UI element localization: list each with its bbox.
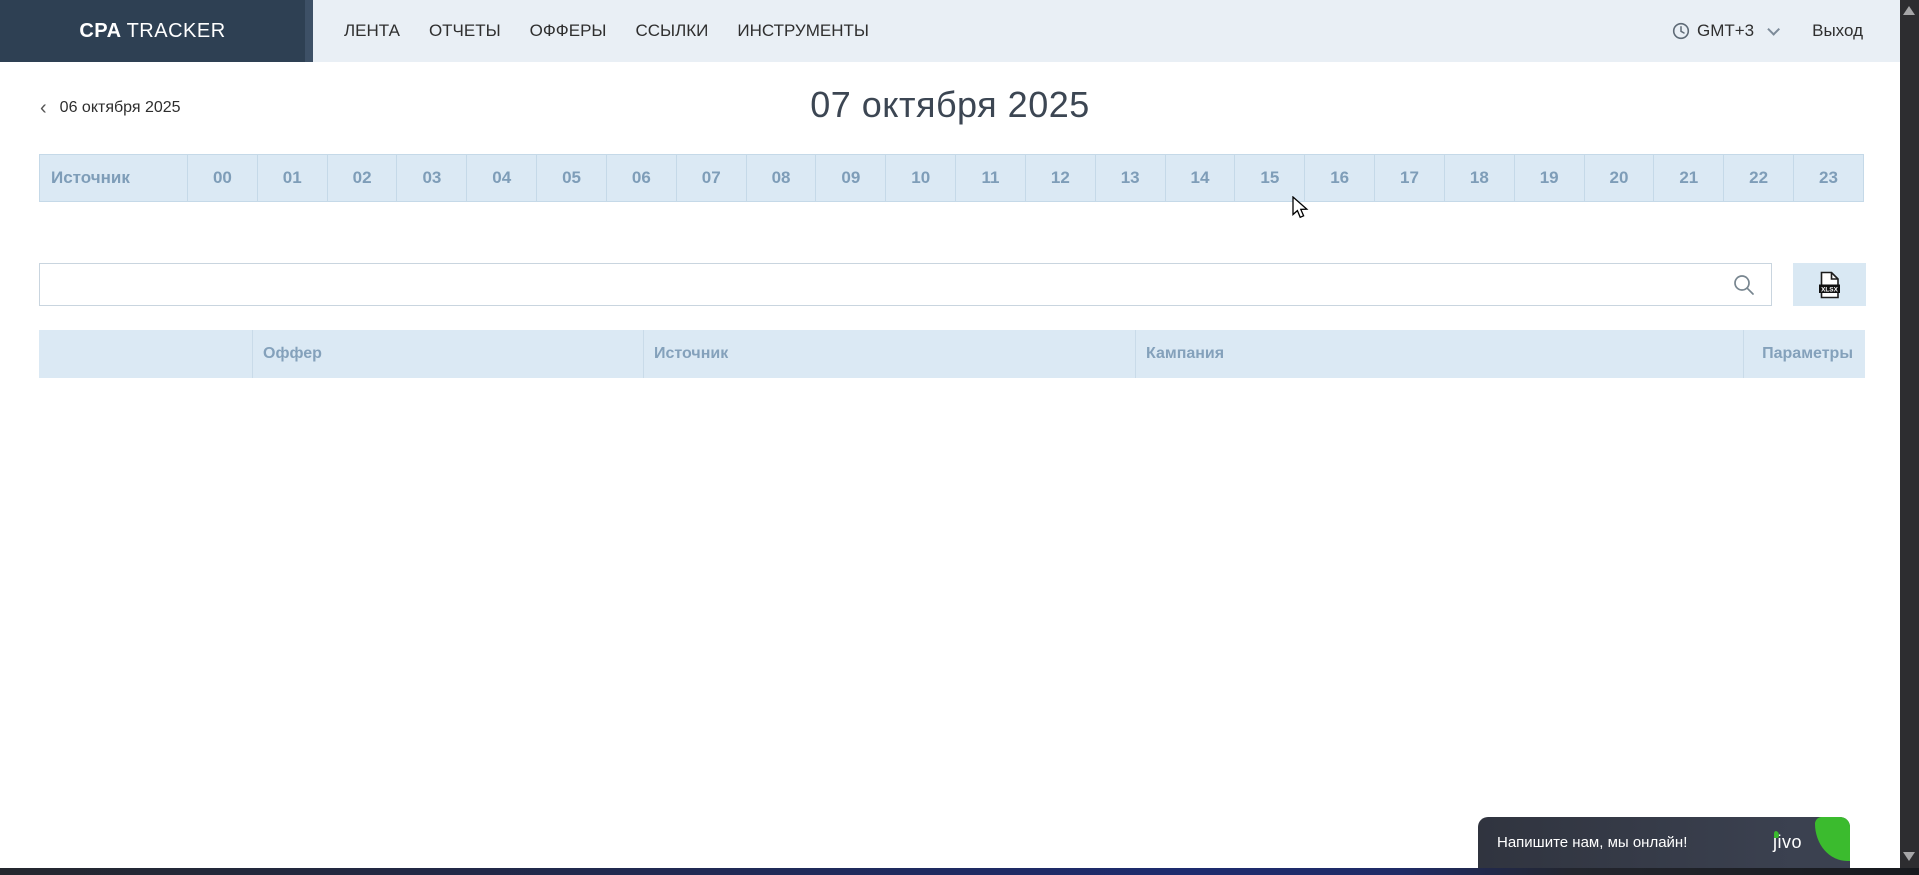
hour-header-12[interactable]: 12: [1025, 155, 1095, 201]
hour-header-14[interactable]: 14: [1165, 155, 1235, 201]
hour-header-05[interactable]: 05: [536, 155, 606, 201]
search-bar: [39, 263, 1772, 306]
hour-header-03[interactable]: 03: [396, 155, 466, 201]
xlsx-file-icon: XLSX: [1818, 271, 1841, 299]
hour-header-02[interactable]: 02: [327, 155, 397, 201]
hour-header-18[interactable]: 18: [1444, 155, 1514, 201]
nav-item-1[interactable]: ОТЧЕТЫ: [429, 21, 501, 41]
jivo-leaf-dot-icon: [1774, 831, 1779, 838]
results-column-header-параметры[interactable]: Параметры: [1743, 330, 1865, 378]
hour-header-04[interactable]: 04: [466, 155, 536, 201]
clock-icon: [1672, 22, 1690, 40]
scroll-down-arrow-icon[interactable]: [1903, 852, 1915, 861]
results-column-header-источник[interactable]: Источник: [643, 330, 1135, 378]
svg-text:XLSX: XLSX: [1821, 286, 1838, 293]
logout-button[interactable]: Выход: [1812, 21, 1863, 41]
logo-bold-part: CPA: [79, 20, 121, 42]
search-icon[interactable]: [1732, 273, 1756, 297]
hour-header-00[interactable]: 00: [187, 155, 257, 201]
app-logo-text: CPA TRACKER: [79, 20, 225, 43]
hour-header-19[interactable]: 19: [1514, 155, 1584, 201]
hour-header-11[interactable]: 11: [955, 155, 1025, 201]
results-column-header-empty: [39, 330, 252, 378]
window-bottom-edge: [0, 868, 1919, 875]
app-logo[interactable]: CPA TRACKER: [0, 0, 313, 62]
logo-light-part: TRACKER: [127, 20, 226, 42]
scroll-up-arrow-icon[interactable]: [1903, 6, 1915, 15]
topbar-right: GMT+3 Выход: [1672, 0, 1900, 62]
search-input[interactable]: [39, 263, 1772, 306]
hour-header-16[interactable]: 16: [1304, 155, 1374, 201]
hour-header-01[interactable]: 01: [257, 155, 327, 201]
jivo-logo: jivo: [1773, 817, 1802, 868]
hour-header-10[interactable]: 10: [885, 155, 955, 201]
page-title: 07 октября 2025: [0, 84, 1900, 126]
chat-message: Напишите нам, мы онлайн!: [1497, 817, 1687, 868]
nav-item-0[interactable]: ЛЕНТА: [344, 21, 400, 41]
hour-header-22[interactable]: 22: [1723, 155, 1793, 201]
hour-header-09[interactable]: 09: [815, 155, 885, 201]
nav-item-3[interactable]: ССЫЛКИ: [635, 21, 708, 41]
chat-widget[interactable]: Напишите нам, мы онлайн! jivo: [1478, 817, 1850, 875]
timezone-selector[interactable]: GMT+3: [1672, 21, 1776, 41]
timezone-label: GMT+3: [1697, 21, 1754, 41]
results-table-header: ОфферИсточникКампанияПараметры: [39, 330, 1865, 378]
hour-header-20[interactable]: 20: [1584, 155, 1654, 201]
main-nav: ЛЕНТА ОТЧЕТЫ ОФФЕРЫ ССЫЛКИ ИНСТРУМЕНТЫ: [313, 0, 1672, 62]
hour-header-23[interactable]: 23: [1793, 155, 1863, 201]
top-bar: CPA TRACKER ЛЕНТА ОТЧЕТЫ ОФФЕРЫ ССЫЛКИ ИНСТРУ…: [0, 0, 1900, 62]
hour-header-21[interactable]: 21: [1653, 155, 1723, 201]
results-column-header-кампания[interactable]: Кампания: [1135, 330, 1743, 378]
hour-header-17[interactable]: 17: [1374, 155, 1444, 201]
nav-item-4[interactable]: ИНСТРУМЕНТЫ: [737, 21, 869, 41]
hour-header-13[interactable]: 13: [1095, 155, 1165, 201]
hour-header-15[interactable]: 15: [1234, 155, 1304, 201]
hour-header-06[interactable]: 06: [606, 155, 676, 201]
nav-item-2[interactable]: ОФФЕРЫ: [530, 21, 607, 41]
chevron-down-icon: [1767, 23, 1780, 36]
export-xlsx-button[interactable]: XLSX: [1793, 263, 1866, 306]
hour-header-08[interactable]: 08: [746, 155, 816, 201]
jivo-green-leaf-icon: [1815, 817, 1850, 861]
results-column-header-оффер[interactable]: Оффер: [252, 330, 643, 378]
hours-source-header: Источник: [40, 155, 187, 201]
hours-header-row: Источник 0001020304050607080910111213141…: [39, 154, 1864, 202]
vertical-scrollbar[interactable]: [1900, 0, 1919, 875]
hour-header-07[interactable]: 07: [676, 155, 746, 201]
